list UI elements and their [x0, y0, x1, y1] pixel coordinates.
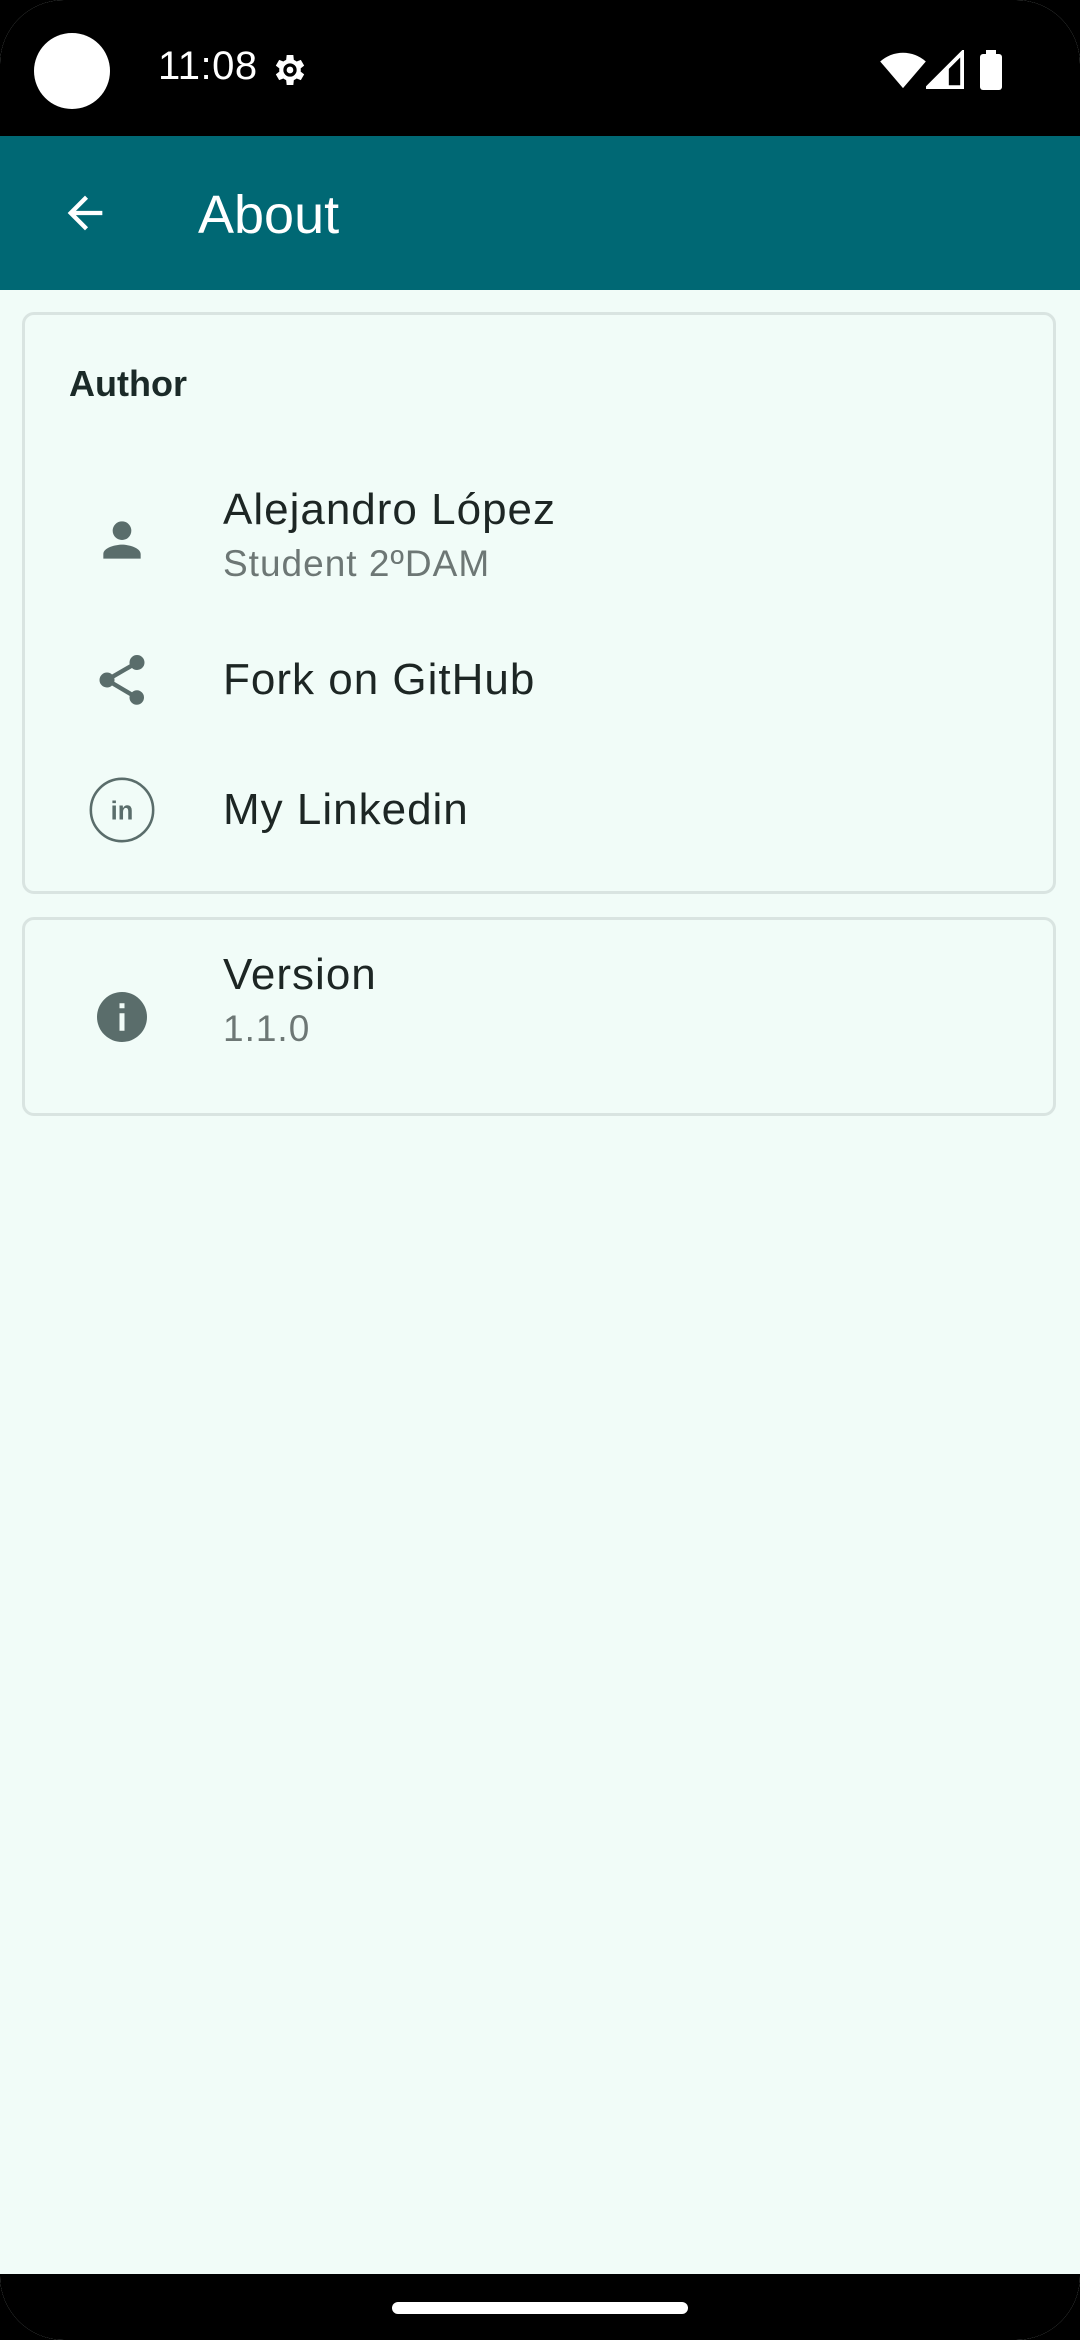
author-name: Alejandro López [223, 485, 557, 534]
status-time: 11:08 [158, 44, 258, 88]
page-title: About [198, 185, 340, 245]
version-card: Version 1.1.0 [22, 917, 1056, 1116]
app-bar: About [0, 136, 1080, 290]
navigation-bar [0, 2274, 1080, 2340]
linkedin-item[interactable]: in My Linkedin [25, 745, 1053, 875]
back-button[interactable] [40, 168, 130, 258]
screen: 11:08 About Author Alejandro López Stude… [0, 0, 1080, 2340]
battery-icon [980, 50, 1002, 90]
svg-text:in: in [111, 797, 134, 825]
section-title-author: Author [69, 363, 187, 404]
arrow-back-icon [67, 195, 103, 231]
status-bar: 11:08 [0, 0, 1080, 136]
version-label: Version [223, 950, 377, 999]
fork-github-item[interactable]: Fork on GitHub [25, 615, 1053, 745]
settings-gear-icon [275, 55, 305, 85]
version-number: 1.1.0 [223, 1008, 311, 1049]
version-item[interactable]: Version 1.1.0 [25, 950, 1053, 1090]
cell-signal-icon [926, 50, 964, 89]
camera-cutout [34, 33, 110, 109]
info-icon [87, 982, 157, 1052]
author-card: Author Alejandro López Student 2ºDAM For… [22, 312, 1056, 894]
linkedin-icon: in [87, 775, 157, 845]
author-name-item[interactable]: Alejandro López Student 2ºDAM [25, 475, 1053, 605]
fork-github-label: Fork on GitHub [223, 655, 536, 704]
linkedin-label: My Linkedin [223, 785, 469, 834]
home-handle[interactable] [392, 2302, 688, 2314]
author-role: Student 2ºDAM [223, 543, 491, 584]
wifi-icon [880, 52, 926, 89]
person-icon [87, 505, 157, 575]
share-icon [87, 645, 157, 715]
